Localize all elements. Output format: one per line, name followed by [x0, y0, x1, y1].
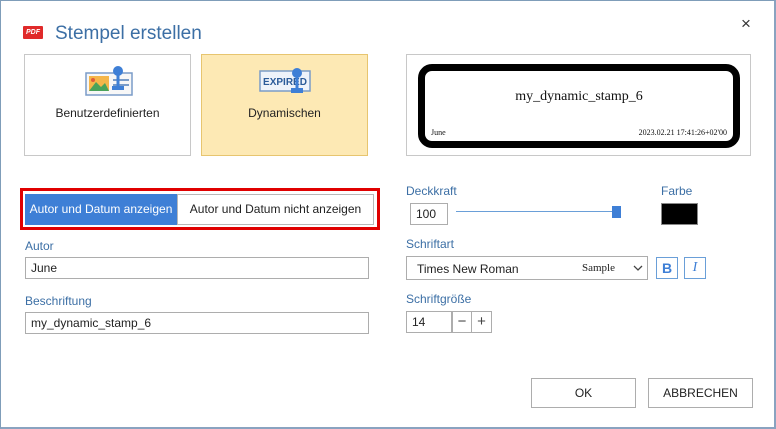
opacity-label: Deckkraft [406, 184, 457, 198]
italic-button[interactable]: I [684, 257, 706, 279]
color-swatch[interactable] [661, 203, 698, 225]
stamp-preview-date: 2023.02.21 17:41:26+02'00 [638, 128, 727, 137]
stamp-type-custom-label: Benutzerdefinierten [55, 106, 160, 120]
hide-author-date-button[interactable]: Autor und Datum nicht anzeigen [177, 194, 374, 225]
opacity-slider-thumb[interactable] [612, 206, 621, 218]
bold-button[interactable]: B [656, 257, 678, 279]
stamp-type-custom-card[interactable]: Benutzerdefinierten [24, 54, 191, 156]
color-label: Farbe [661, 184, 693, 198]
stamp-type-dynamic-card[interactable]: EXPIRED Dynamischen [201, 54, 368, 156]
stamp-preview-name: my_dynamic_stamp_6 [515, 89, 643, 104]
font-size-decrease-button[interactable]: − [452, 311, 472, 333]
opacity-slider-track[interactable] [456, 211, 621, 212]
opacity-input[interactable]: 100 [410, 203, 448, 225]
chevron-down-icon [633, 265, 643, 271]
dialog-title: Stempel erstellen [55, 23, 202, 44]
caption-label: Beschriftung [25, 294, 92, 308]
dynamic-stamp-icon: EXPIRED [258, 68, 311, 93]
font-label: Schriftart [406, 237, 455, 251]
stamp-preview-author: June [431, 128, 446, 137]
stamp-preview-shape: my_dynamic_stamp_6 June 2023.02.21 17:41… [418, 64, 740, 148]
font-size-label: Schriftgröße [406, 292, 472, 306]
close-icon[interactable]: × [737, 15, 755, 33]
cancel-button[interactable]: ABBRECHEN [648, 378, 753, 408]
ok-button[interactable]: OK [531, 378, 636, 408]
caption-input[interactable]: my_dynamic_stamp_6 [25, 312, 369, 334]
pdf-app-icon: PDF [23, 26, 43, 39]
dynamic-stamp-icon-text: EXPIRED [263, 77, 307, 88]
stamp-type-dynamic-label: Dynamischen [248, 106, 321, 120]
font-select-name: Times New Roman [417, 262, 519, 276]
font-select-sample: Sample [582, 262, 615, 274]
author-label: Autor [25, 239, 54, 253]
font-size-input[interactable]: 14 [406, 311, 452, 333]
font-size-increase-button[interactable]: + [472, 311, 492, 333]
create-stamp-dialog: PDF Stempel erstellen × Benutzerdefinier… [0, 0, 776, 429]
show-author-date-button[interactable]: Autor und Datum anzeigen [25, 194, 177, 225]
stamp-preview: my_dynamic_stamp_6 June 2023.02.21 17:41… [406, 54, 751, 156]
font-select[interactable]: Times New Roman Sample [406, 256, 648, 280]
custom-stamp-icon [84, 66, 133, 96]
author-input[interactable]: June [25, 257, 369, 279]
